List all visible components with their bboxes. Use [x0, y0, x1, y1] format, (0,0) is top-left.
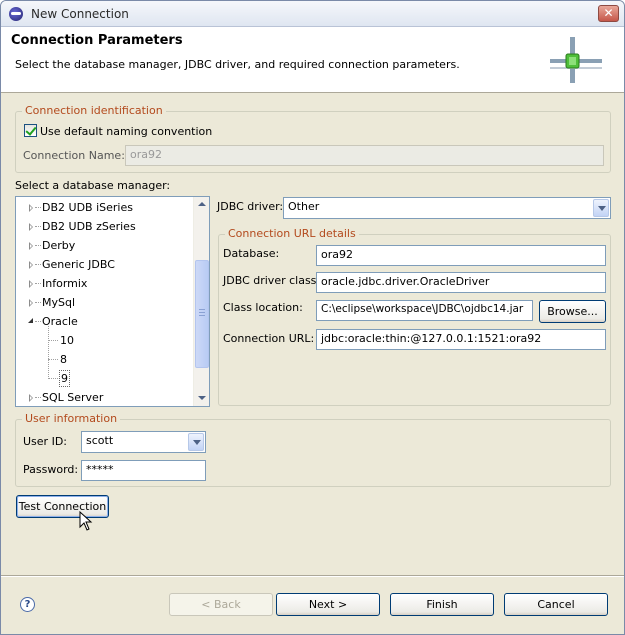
tree-item[interactable]: DB2 UDB iSeries: [16, 198, 192, 217]
database-connector-graphic: [550, 37, 602, 83]
back-button[interactable]: < Back: [169, 593, 273, 616]
connection-url-field[interactable]: jdbc:oracle:thin:@127.0.0.1:1521:ora92: [316, 329, 606, 350]
scroll-down-arrow[interactable]: [195, 390, 209, 406]
tree-item-label: 10: [60, 334, 74, 347]
chevron-down-icon[interactable]: [188, 433, 204, 451]
tree-item-label: Derby: [42, 239, 76, 252]
window-title: New Connection: [31, 7, 129, 21]
finish-button[interactable]: Finish: [390, 593, 494, 616]
tree-item-label: DB2 UDB zSeries: [42, 220, 136, 233]
user-id-select[interactable]: scott: [81, 431, 206, 453]
class-location-label: Class location:: [223, 301, 303, 314]
tree-child-item[interactable]: 9: [16, 369, 192, 388]
use-default-naming-label[interactable]: Use default naming convention: [40, 125, 212, 138]
eclipse-icon: [9, 7, 23, 21]
tree-scrollbar[interactable]: [193, 197, 209, 406]
tree-item[interactable]: Derby: [16, 236, 192, 255]
jdbc-driver-value: Other: [288, 200, 320, 213]
tree-item-label: 9: [59, 370, 70, 387]
connection-name-field[interactable]: ora92: [125, 145, 604, 166]
tree-item[interactable]: Generic JDBC: [16, 255, 192, 274]
tree-item-label: Informix: [42, 277, 88, 290]
jdbc-driver-select[interactable]: Other: [283, 197, 611, 219]
connection-url-details-label: Connection URL details: [225, 227, 359, 241]
browse-button[interactable]: Browse...: [539, 300, 606, 323]
mouse-pointer-icon: [79, 511, 93, 531]
cancel-button[interactable]: Cancel: [504, 593, 608, 616]
jdbc-driver-class-label: JDBC driver class:: [223, 274, 321, 287]
tree-item-label: Generic JDBC: [42, 258, 115, 271]
help-icon[interactable]: ?: [20, 597, 35, 612]
wizard-header: Connection Parameters Select the databas…: [1, 27, 624, 93]
tree-item[interactable]: MySql: [16, 293, 192, 312]
password-field[interactable]: *****: [81, 460, 206, 481]
tree-item-label: MySql: [42, 296, 76, 309]
chevron-down-icon[interactable]: [593, 199, 609, 217]
database-field[interactable]: ora92: [316, 245, 606, 266]
jdbc-driver-label: JDBC driver:: [217, 200, 284, 213]
tree-child-item[interactable]: 8: [16, 350, 192, 369]
database-label: Database:: [223, 247, 280, 260]
new-connection-dialog: New Connection ✕ Connection Parameters S…: [0, 0, 625, 635]
tree-item-label: SQL Server: [42, 391, 104, 404]
next-button[interactable]: Next >: [276, 593, 380, 616]
scroll-up-arrow[interactable]: [195, 197, 209, 213]
tree-item-label: DB2 UDB iSeries: [42, 201, 133, 214]
connection-url-label: Connection URL:: [223, 332, 315, 345]
collapsed-arrow-icon[interactable]: [29, 280, 33, 288]
tree-item[interactable]: DB2 UDB zSeries: [16, 217, 192, 236]
collapsed-arrow-icon[interactable]: [29, 261, 33, 269]
user-id-value: scott: [86, 434, 114, 447]
tree-item[interactable]: SQL Server: [16, 388, 192, 406]
use-default-naming-checkbox[interactable]: [24, 124, 37, 137]
page-title: Connection Parameters: [11, 33, 183, 48]
collapsed-arrow-icon[interactable]: [29, 394, 33, 402]
collapsed-arrow-icon[interactable]: [29, 299, 33, 307]
password-label: Password:: [23, 463, 79, 476]
footer-separator: [1, 575, 624, 577]
class-location-field[interactable]: C:\eclipse\workspace\JDBC\ojdbc14.jar: [316, 300, 533, 321]
tree-child-item[interactable]: 10: [16, 331, 192, 350]
collapsed-arrow-icon[interactable]: [29, 204, 33, 212]
test-connection-button[interactable]: Test Connection: [16, 495, 109, 518]
user-information-label: User information: [22, 412, 121, 426]
tree-item[interactable]: Informix: [16, 274, 192, 293]
title-bar: New Connection ✕: [1, 1, 624, 27]
page-description: Select the database manager, JDBC driver…: [15, 58, 460, 71]
tree-item[interactable]: Oracle: [16, 312, 192, 331]
connection-name-label: Connection Name:: [23, 149, 125, 162]
connection-identification-label: Connection identification: [22, 104, 166, 118]
database-manager-tree[interactable]: DB2 UDB iSeries DB2 UDB zSeries Derby Gener…: [15, 196, 210, 407]
database-manager-label: Select a database manager:: [15, 179, 171, 192]
close-button[interactable]: ✕: [598, 5, 619, 22]
user-id-label: User ID:: [23, 435, 67, 448]
collapsed-arrow-icon[interactable]: [29, 242, 33, 250]
tree-item-label: 8: [60, 353, 67, 366]
scroll-thumb[interactable]: [195, 260, 209, 368]
expanded-arrow-icon[interactable]: [28, 318, 33, 323]
collapsed-arrow-icon[interactable]: [29, 223, 33, 231]
jdbc-driver-class-field[interactable]: oracle.jdbc.driver.OracleDriver: [316, 272, 606, 293]
